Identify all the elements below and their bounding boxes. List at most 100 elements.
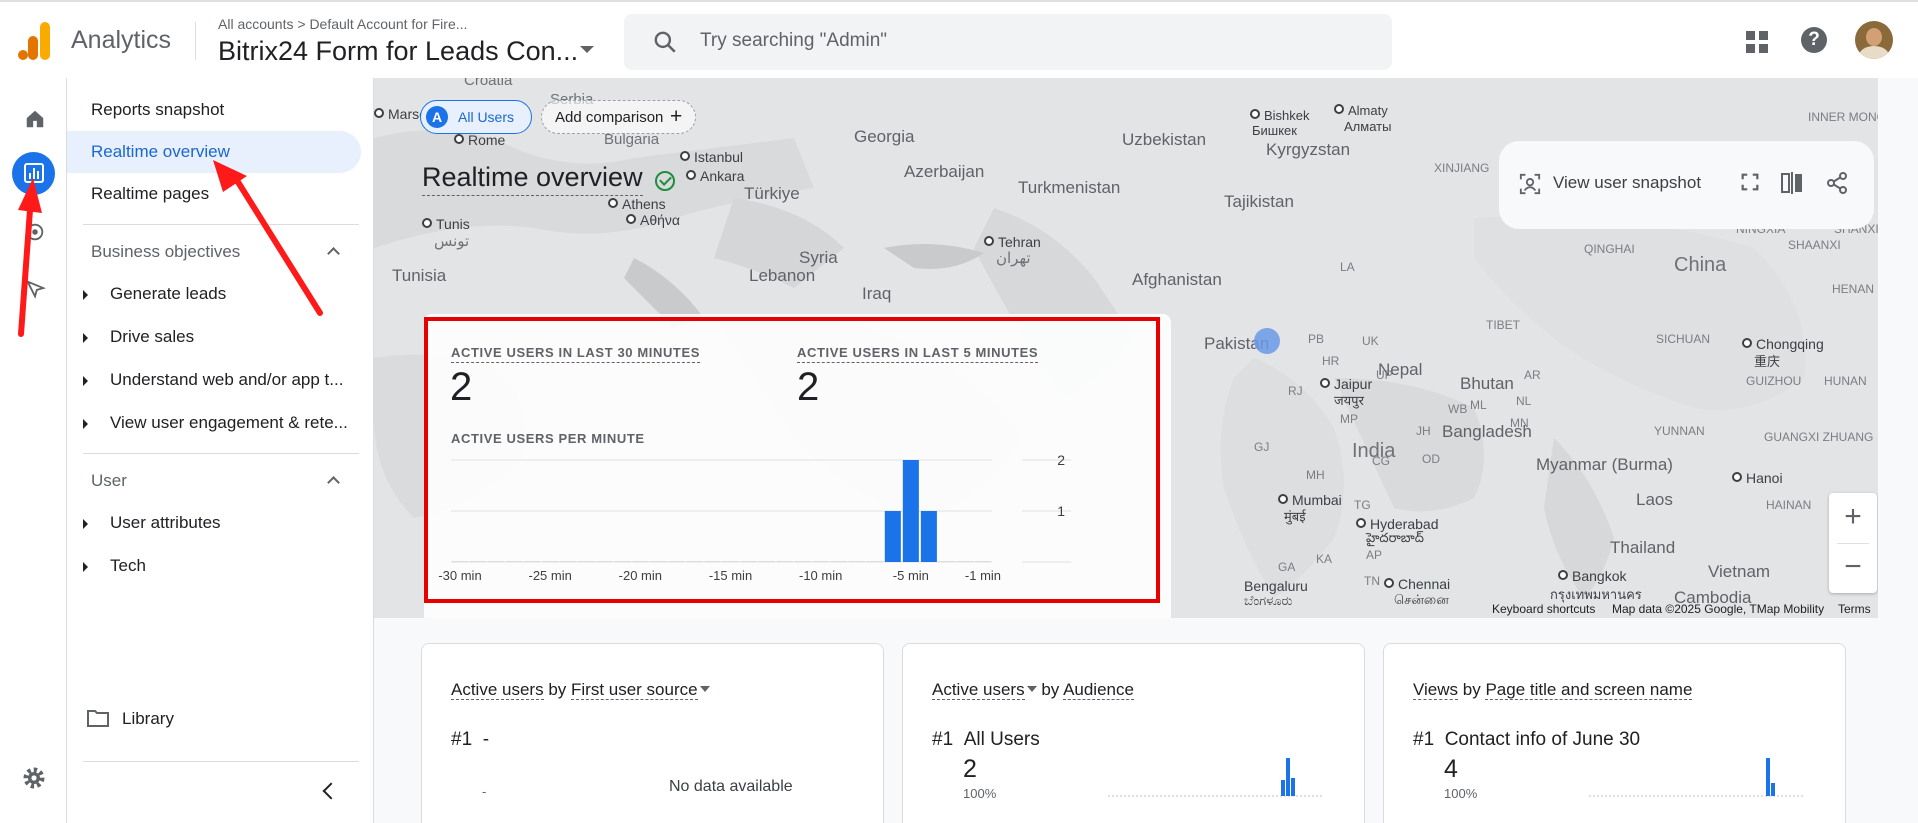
chart-bar bbox=[506, 561, 523, 562]
chart-x-tick-label: -20 min bbox=[619, 568, 662, 583]
chart-x-tick-label: -10 min bbox=[799, 568, 842, 583]
chart-bar bbox=[848, 561, 865, 562]
chart-bar bbox=[740, 561, 757, 562]
expand-arrow-icon bbox=[83, 333, 88, 343]
chart-bar bbox=[902, 460, 919, 562]
card-title: Active users by Audience bbox=[932, 680, 1134, 700]
chart-bar bbox=[920, 511, 937, 562]
nav-divider bbox=[83, 453, 359, 454]
reports-side-nav: Reports snapshot Realtime overview Realt… bbox=[67, 78, 374, 823]
chart-bar bbox=[578, 561, 595, 562]
apps-grid-icon[interactable] bbox=[1745, 30, 1769, 54]
nav-section-user[interactable]: User bbox=[91, 471, 127, 491]
folder-icon bbox=[87, 710, 109, 727]
chart-bar bbox=[974, 561, 991, 562]
help-icon[interactable]: ? bbox=[1801, 27, 1827, 53]
expand-arrow-icon bbox=[83, 562, 88, 572]
active-users-per-minute-chart[interactable]: 1 2 -30 min -25 min -20 min -15 min -10 min -5 … bbox=[374, 78, 1878, 618]
chevron-up-icon[interactable] bbox=[327, 247, 340, 260]
rank: #1 bbox=[1413, 729, 1435, 750]
card-title-by: by bbox=[543, 680, 571, 699]
top-row: #1 - bbox=[451, 729, 489, 751]
reports-chart-icon bbox=[24, 163, 44, 183]
reports-nav-button[interactable] bbox=[12, 152, 55, 195]
sparkline-chart bbox=[1108, 758, 1323, 797]
analytics-logo-icon[interactable] bbox=[18, 22, 52, 60]
metric-selector[interactable]: Views bbox=[1413, 680, 1459, 700]
explore-nav-button[interactable] bbox=[12, 210, 55, 253]
nav-user-attributes[interactable]: User attributes bbox=[67, 502, 361, 544]
chart-bar bbox=[686, 561, 703, 562]
chart-bar bbox=[668, 561, 685, 562]
chevron-down-icon[interactable] bbox=[580, 46, 594, 53]
search-icon bbox=[654, 31, 676, 53]
app-name: Analytics bbox=[71, 26, 172, 54]
property-selector[interactable]: Bitrix24 Form for Leads Con... bbox=[218, 36, 578, 67]
nav-understand-traffic[interactable]: Understand web and/or app t... bbox=[67, 359, 361, 401]
chart-bar bbox=[650, 561, 667, 562]
chart-bar bbox=[632, 561, 649, 562]
header-divider bbox=[195, 22, 196, 60]
nav-realtime-overview[interactable]: Realtime overview bbox=[67, 131, 361, 173]
settings-gear-icon[interactable] bbox=[22, 766, 46, 790]
dimension-selector[interactable]: Audience bbox=[1063, 680, 1134, 700]
advertising-nav-button[interactable] bbox=[12, 267, 55, 310]
chart-bar bbox=[956, 561, 973, 562]
metric-selector[interactable]: Active users bbox=[451, 680, 544, 700]
top-value: - bbox=[482, 729, 490, 750]
top-row: #1 Contact info of June 30 bbox=[1413, 729, 1640, 751]
chart-bar bbox=[524, 561, 541, 562]
chart-bar bbox=[758, 561, 775, 562]
chart-bar bbox=[542, 561, 559, 562]
caret-down-icon[interactable] bbox=[699, 686, 710, 692]
card-title: Active users by First user source bbox=[451, 680, 710, 700]
caret-down-icon[interactable] bbox=[1026, 686, 1037, 692]
chart-bar bbox=[560, 561, 577, 562]
first-user-source-card: Active users by First user source #1 - -… bbox=[421, 643, 884, 823]
card-title-by: by bbox=[1036, 680, 1064, 699]
explore-icon bbox=[26, 223, 44, 241]
home-nav-button[interactable] bbox=[12, 97, 55, 140]
top-value: All Users bbox=[963, 729, 1040, 750]
home-icon bbox=[26, 110, 44, 128]
avatar[interactable] bbox=[1855, 21, 1893, 59]
card-title-by: by bbox=[1458, 680, 1486, 699]
nav-tech[interactable]: Tech bbox=[67, 545, 361, 587]
nav-section-business-objectives[interactable]: Business objectives bbox=[91, 242, 240, 262]
nav-generate-leads[interactable]: Generate leads bbox=[67, 273, 361, 315]
chart-bar bbox=[812, 561, 829, 562]
chart-bar bbox=[776, 561, 793, 562]
chart-bar bbox=[794, 561, 811, 562]
card-title: Views by Page title and screen name bbox=[1413, 680, 1693, 700]
collapse-nav-chevron-icon[interactable] bbox=[322, 782, 340, 800]
rank: #1 bbox=[932, 729, 954, 750]
main-content: Croatia Serbia Marseille Rome Bulgaria I… bbox=[374, 78, 1918, 823]
chart-x-tick-label: -5 min bbox=[893, 568, 929, 583]
dimension-selector[interactable]: First user source bbox=[571, 680, 698, 700]
realtime-map[interactable]: Croatia Serbia Marseille Rome Bulgaria I… bbox=[374, 78, 1878, 618]
search-input[interactable]: Try searching "Admin" bbox=[700, 30, 887, 52]
search-bar[interactable]: Try searching "Admin" bbox=[624, 14, 1392, 70]
expand-arrow-icon bbox=[83, 419, 88, 429]
nav-reports-snapshot[interactable]: Reports snapshot bbox=[67, 89, 361, 131]
page-title-card: Views by Page title and screen name #1 C… bbox=[1383, 643, 1846, 823]
expand-arrow-icon bbox=[83, 290, 88, 300]
chart-bar bbox=[452, 561, 469, 562]
top-value-percent: 100% bbox=[963, 786, 997, 801]
top-value-count: 4 bbox=[1444, 755, 1458, 783]
top-value-percent: 100% bbox=[1444, 786, 1478, 801]
rank: #1 bbox=[451, 729, 473, 750]
nav-realtime-pages[interactable]: Realtime pages bbox=[67, 173, 361, 215]
nav-divider bbox=[83, 761, 359, 762]
nav-drive-sales[interactable]: Drive sales bbox=[67, 316, 361, 358]
chart-bar bbox=[470, 561, 487, 562]
dimension-selector[interactable]: Page title and screen name bbox=[1485, 680, 1693, 700]
chart-x-tick-label: -25 min bbox=[529, 568, 572, 583]
chart-bar bbox=[704, 561, 721, 562]
nav-divider bbox=[83, 224, 359, 225]
chevron-up-icon[interactable] bbox=[327, 476, 340, 489]
metric-selector[interactable]: Active users bbox=[932, 680, 1025, 700]
nav-user-engagement[interactable]: View user engagement & rete... bbox=[67, 402, 361, 444]
account-breadcrumb[interactable]: All accounts > Default Account for Fire.… bbox=[218, 16, 467, 32]
expand-arrow-icon bbox=[83, 376, 88, 386]
